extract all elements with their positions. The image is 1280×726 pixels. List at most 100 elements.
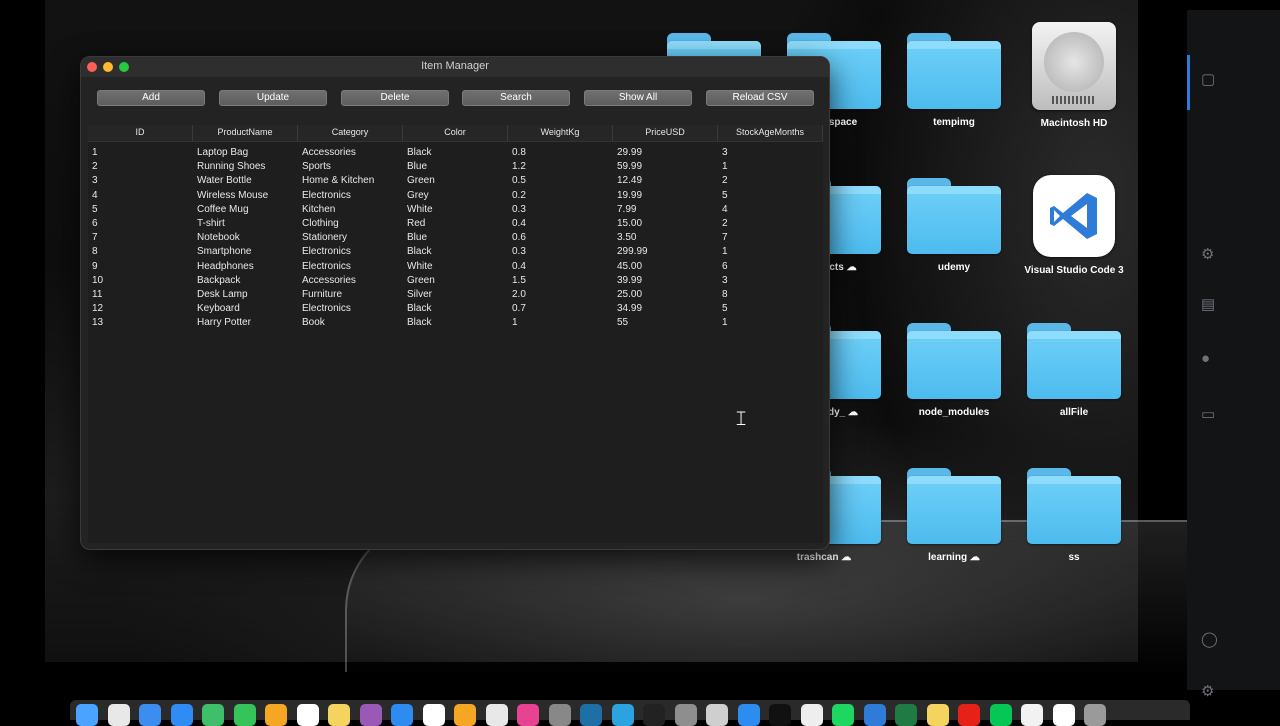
safari-icon[interactable] <box>170 704 193 726</box>
window-titlebar[interactable]: Item Manager <box>81 57 829 77</box>
cloud-icon: ☁ <box>969 552 980 563</box>
table-row[interactable]: 5 Coffee Mug Kitchen White 0.3 7.99 4 <box>88 203 823 217</box>
appstore-icon[interactable] <box>391 704 413 726</box>
column-header[interactable]: Category <box>298 125 403 141</box>
folder-icon <box>907 178 1001 254</box>
desktop-folder[interactable]: node_modules <box>894 323 1014 418</box>
desktop-icon-label: allFile <box>1059 407 1089 418</box>
folder-icon <box>1027 323 1121 399</box>
tv-icon[interactable] <box>643 704 665 726</box>
column-header[interactable]: Color <box>403 125 508 141</box>
table-cell: 6 <box>92 217 98 229</box>
desktop-icon-label: Visual Studio Code 3 <box>1024 265 1124 276</box>
table-cell: Notebook <box>197 232 240 244</box>
table-cell: Running Shoes <box>197 161 266 173</box>
trash-icon[interactable] <box>1084 704 1106 726</box>
table-row[interactable]: 11 Desk Lamp Furniture Silver 2.0 25.00 8 <box>88 288 823 302</box>
seven-icon[interactable] <box>769 704 791 726</box>
vscode-icon[interactable] <box>863 704 886 726</box>
finder-icon[interactable] <box>76 704 98 726</box>
panel-icon[interactable]: ● <box>1201 350 1210 367</box>
calendar-icon[interactable] <box>296 704 319 726</box>
update-button[interactable]: Update <box>219 90 327 106</box>
desktop-app[interactable]: Visual Studio Code 3 <box>1014 175 1134 276</box>
table-cell: 9 <box>92 260 98 272</box>
table-row[interactable]: 8 Smartphone Electronics Black 0.3 299.99 1 <box>88 245 823 259</box>
chrome-icon[interactable] <box>485 704 508 726</box>
table-cell: Black <box>407 317 432 329</box>
panel-icon[interactable]: ⚙ <box>1201 682 1214 700</box>
spotify-icon[interactable] <box>832 704 854 726</box>
table-row[interactable]: 10 Backpack Accessories Green 1.5 39.99 3 <box>88 274 823 288</box>
notion-icon[interactable] <box>800 704 823 726</box>
excel-icon[interactable] <box>895 704 917 726</box>
desktop-hard-drive[interactable]: Macintosh HD <box>1014 22 1134 129</box>
mysql-icon[interactable] <box>580 704 602 726</box>
table-cell: 0.3 <box>512 246 526 258</box>
table-cell: 25.00 <box>617 288 643 300</box>
table-row[interactable]: 13 Harry Potter Book Black 1 55 1 <box>88 316 823 330</box>
column-header[interactable]: StockAgeMonths <box>718 125 823 141</box>
panel-icon[interactable]: ⚙ <box>1201 245 1214 263</box>
app-icon[interactable] <box>517 704 539 726</box>
facetime-icon[interactable] <box>233 704 256 726</box>
folder-icon <box>907 33 1001 109</box>
column-header[interactable]: WeightKg <box>508 125 613 141</box>
table-cell: Grey <box>407 189 429 201</box>
notes2-icon[interactable] <box>926 704 949 726</box>
settings-icon[interactable] <box>674 704 697 726</box>
table-cell: Harry Potter <box>197 317 251 329</box>
table-row[interactable]: 7 Notebook Stationery Blue 0.6 3.50 7 <box>88 231 823 245</box>
table-cell: 1 <box>722 317 728 329</box>
table-cell: 2 <box>722 175 728 187</box>
table-row[interactable]: 1 Laptop Bag Accessories Black 0.8 29.99 3 <box>88 146 823 160</box>
desktop-folder[interactable]: allFile <box>1014 323 1134 418</box>
desktop-folder[interactable]: learning ☁ <box>894 468 1014 563</box>
mail-icon[interactable] <box>139 704 161 726</box>
telegram-icon[interactable] <box>611 704 634 726</box>
column-header[interactable]: ID <box>88 125 193 141</box>
table-cell: 12 <box>92 303 104 315</box>
table-row[interactable]: 6 T-shirt Clothing Red 0.4 15.00 2 <box>88 217 823 231</box>
column-header[interactable]: PriceUSD <box>613 125 718 141</box>
add-button[interactable]: Add <box>97 90 205 106</box>
pages-icon[interactable] <box>454 704 476 726</box>
launchpad-icon[interactable] <box>107 704 130 726</box>
delete-button[interactable]: Delete <box>341 90 449 106</box>
appstore2-icon[interactable] <box>737 704 760 726</box>
table-cell: 1.5 <box>512 274 526 286</box>
table-row[interactable]: 3 Water Bottle Home & Kitchen Green 0.5 12.49… <box>88 174 823 188</box>
show-all-button[interactable]: Show All <box>584 90 692 106</box>
maps-icon[interactable] <box>202 704 224 726</box>
table-row[interactable]: 4 Wireless Mouse Electronics Grey 0.2 19.99 5 <box>88 189 823 203</box>
roblox-icon[interactable] <box>706 704 728 726</box>
photos-icon[interactable] <box>265 704 287 726</box>
search-button[interactable]: Search <box>462 90 570 106</box>
items-table[interactable]: ID ProductName Category Color WeightKg PriceU… <box>88 125 823 543</box>
help-icon[interactable] <box>548 704 571 726</box>
youtube-icon[interactable] <box>958 704 980 726</box>
table-row[interactable]: 9 Headphones Electronics White 0.4 45.00 6 <box>88 260 823 274</box>
table-cell: Blue <box>407 232 428 244</box>
file-icon[interactable] <box>1052 704 1075 726</box>
panel-icon[interactable]: ▭ <box>1201 405 1215 423</box>
panel-icon[interactable]: ▢ <box>1201 70 1215 88</box>
line-icon[interactable] <box>989 704 1012 726</box>
desktop-folder[interactable]: udemy <box>894 178 1014 273</box>
reminders-icon[interactable] <box>422 704 445 726</box>
desktop-folder[interactable]: tempimg <box>894 33 1014 128</box>
table-cell: Blue <box>407 161 428 173</box>
notes-icon[interactable] <box>328 704 350 726</box>
podcasts-icon[interactable] <box>359 704 382 726</box>
panel-icon[interactable]: ◯ <box>1201 630 1218 648</box>
onlineapp-icon[interactable] <box>1021 704 1043 726</box>
column-header[interactable]: ProductName <box>193 125 298 141</box>
table-row[interactable]: 12 Keyboard Electronics Black 0.7 34.99 5 <box>88 302 823 316</box>
desktop-folder[interactable]: ss <box>1014 468 1134 563</box>
reload-csv-button[interactable]: Reload CSV <box>706 90 814 106</box>
table-cell: Green <box>407 175 435 187</box>
panel-icon[interactable]: ▤ <box>1201 295 1215 313</box>
table-cell: 1.2 <box>512 161 526 173</box>
table-cell: 15.00 <box>617 217 643 229</box>
table-row[interactable]: 2 Running Shoes Sports Blue 1.2 59.99 1 <box>88 160 823 174</box>
